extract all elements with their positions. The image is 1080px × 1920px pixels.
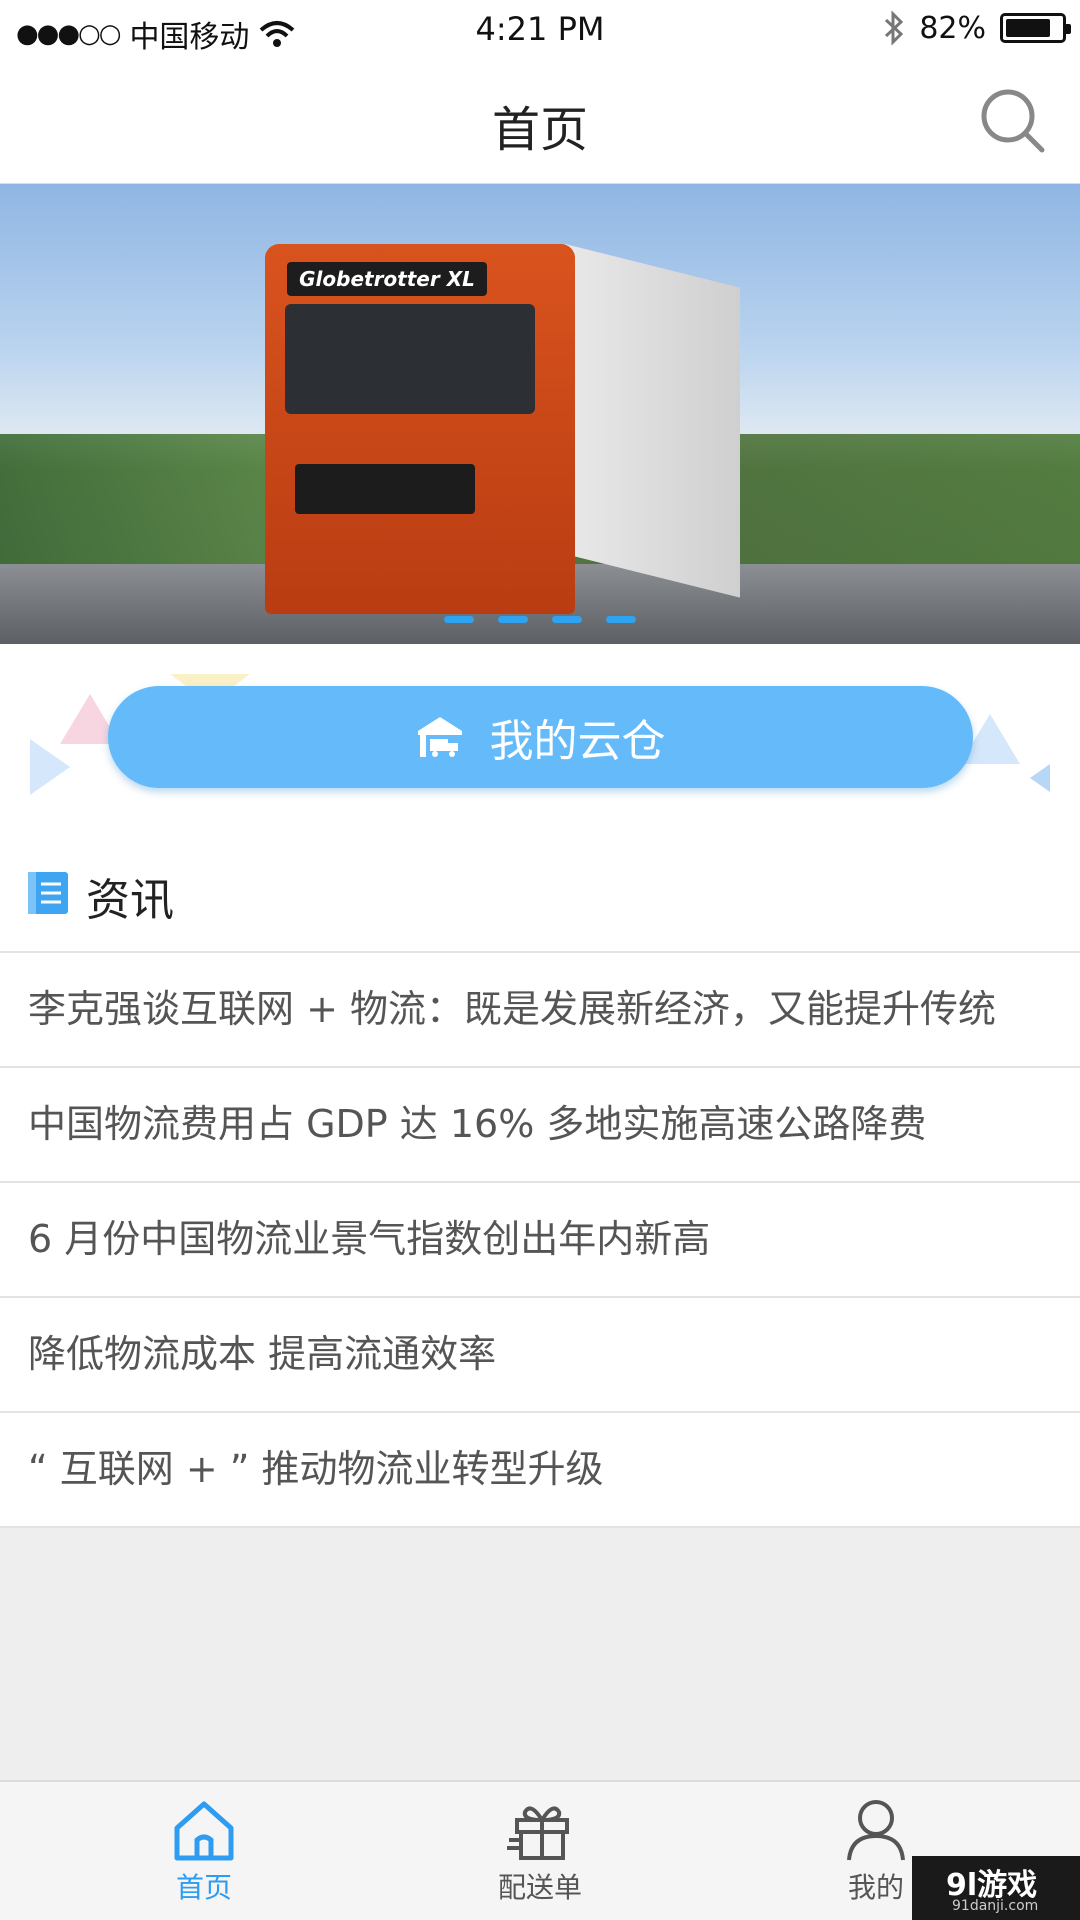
my-cloud-warehouse-button[interactable]: 我的云仓: [108, 686, 973, 788]
watermark-url: 91danji.com: [952, 1898, 1039, 1914]
carousel-indicators: [0, 616, 1080, 623]
search-icon[interactable]: [978, 86, 1048, 156]
carousel-dot[interactable]: [498, 616, 528, 623]
truck-grille: [295, 464, 475, 514]
warehouse-truck-icon: [417, 717, 462, 757]
site-watermark: 9l游戏 91danji.com: [912, 1856, 1080, 1920]
document-icon: [28, 872, 68, 914]
carousel-dot[interactable]: [444, 616, 474, 623]
truck-trailer: [565, 244, 740, 598]
truck-label: Globetrotter XL: [287, 262, 487, 296]
news-item[interactable]: “ 互联网 + ” 推动物流业转型升级: [0, 1413, 1080, 1528]
banner-carousel[interactable]: Globetrotter XL: [0, 184, 1080, 644]
decor-triangle: [1030, 764, 1050, 792]
news-list: 李克强谈互联网 + 物流：既是发展新经济，又能提升传统 中国物流费用占 GDP …: [0, 953, 1080, 1528]
news-item[interactable]: 6 月份中国物流业景气指数创出年内新高: [0, 1183, 1080, 1298]
page-title: 首页: [491, 102, 588, 158]
status-bar: ●●●○○ 中国移动 4:21 PM 82%: [0, 0, 1080, 60]
cloud-warehouse-section: 我的云仓: [0, 644, 1080, 820]
battery-fill: [1006, 19, 1051, 37]
tab-label: 首页: [175, 1871, 232, 1904]
cloud-button-label: 我的云仓: [489, 716, 666, 767]
home-icon: [174, 1801, 234, 1861]
carousel-dot[interactable]: [552, 616, 582, 623]
battery-percent: 82%: [919, 10, 986, 46]
news-section-title: 资讯: [86, 875, 174, 926]
battery-icon: [1000, 13, 1071, 43]
decor-triangle: [30, 739, 70, 795]
carousel-dot[interactable]: [606, 616, 636, 623]
tab-delivery-orders[interactable]: 配送单: [440, 1798, 640, 1906]
bluetooth-icon: [885, 10, 904, 46]
news-item[interactable]: 李克强谈互联网 + 物流：既是发展新经济，又能提升传统: [0, 953, 1080, 1068]
gift-icon: [507, 1806, 569, 1860]
tab-home[interactable]: 首页: [104, 1798, 304, 1906]
truck-cab-image: Globetrotter XL: [265, 244, 575, 614]
tab-label: 配送单: [497, 1871, 582, 1904]
nav-bar: 首页: [0, 60, 1080, 184]
news-section-header: 资讯: [0, 820, 1080, 953]
news-item[interactable]: 中国物流费用占 GDP 达 16% 多地实施高速公路降费: [0, 1068, 1080, 1183]
truck-windshield: [285, 304, 535, 414]
news-item[interactable]: 降低物流成本 提高流通效率: [0, 1298, 1080, 1413]
user-icon: [847, 1800, 905, 1861]
